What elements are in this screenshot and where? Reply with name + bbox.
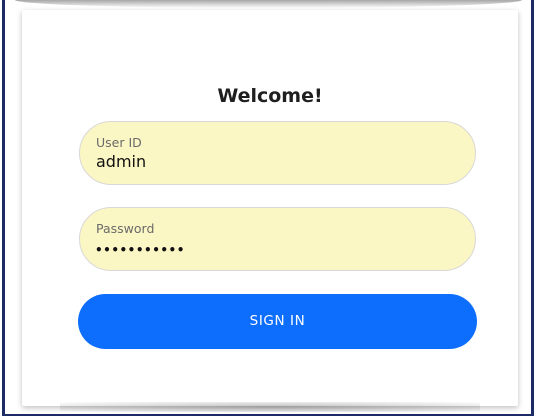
password-value[interactable]: ••••••••••• bbox=[95, 243, 185, 257]
welcome-title: Welcome! bbox=[217, 85, 323, 107]
user-id-field[interactable]: User ID admin bbox=[79, 121, 476, 185]
user-id-label: User ID bbox=[96, 135, 142, 150]
sign-in-button[interactable]: SIGN IN bbox=[78, 294, 477, 349]
password-label: Password bbox=[96, 221, 155, 236]
login-card: Welcome! User ID admin Password ••••••••… bbox=[22, 10, 518, 406]
password-field[interactable]: Password ••••••••••• bbox=[79, 207, 476, 271]
bottom-shadow bbox=[60, 402, 480, 412]
user-id-value[interactable]: admin bbox=[96, 152, 146, 171]
